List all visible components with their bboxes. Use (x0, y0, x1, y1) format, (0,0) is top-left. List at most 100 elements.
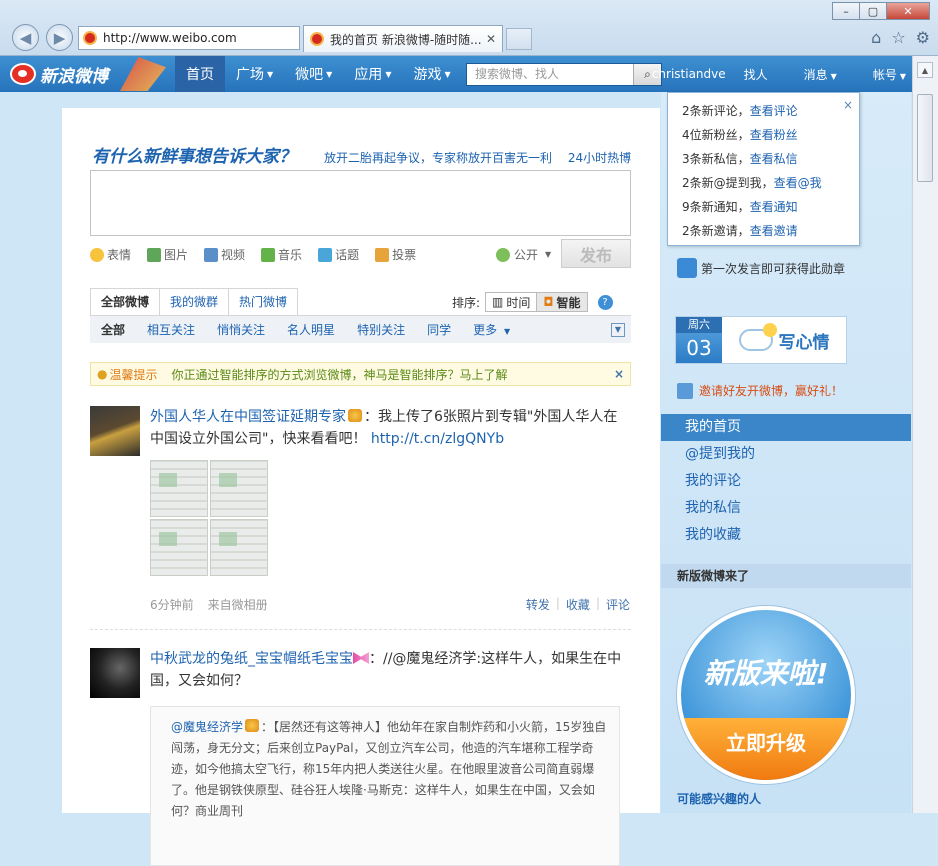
maybe-interested-title[interactable]: 可能感兴趣的人 (677, 790, 761, 807)
view-notices-link[interactable]: 查看通知 (750, 200, 798, 214)
photo-thumbnail[interactable] (150, 460, 208, 517)
weibo-top-nav: 新浪微博 首页 广场 ▼ 微吧 ▼ 应用 ▼ 游戏 ▼ 搜索微博、找人 ⌕ christ… (0, 56, 912, 92)
nav-square[interactable]: 广场 ▼ (225, 56, 284, 92)
tip-close-icon[interactable]: × (614, 367, 624, 381)
username-link[interactable]: christiandve (652, 67, 726, 81)
subtab-quiet[interactable]: 悄悄关注 (206, 321, 276, 338)
notification-row: 9条新通知，查看通知 (682, 195, 859, 219)
favorites-star-icon[interactable]: ☆ (891, 28, 905, 47)
browser-tab[interactable]: 我的首页 新浪微博-随时随... ✕ (303, 25, 503, 52)
maximize-button[interactable]: ▢ (859, 2, 887, 20)
view-fans-link[interactable]: 查看粉丝 (750, 128, 798, 142)
video-icon (204, 247, 219, 262)
image-tool[interactable]: 图片 (147, 246, 188, 263)
tab-hot-weibo[interactable]: 热门微博 (228, 288, 299, 315)
weibo-logo[interactable]: 新浪微博 (10, 57, 166, 91)
page-scrollbar[interactable]: ▲ (912, 56, 938, 813)
music-note-icon (261, 247, 276, 262)
quoted-author[interactable]: @魔鬼经济学 (171, 720, 243, 734)
nav-games-label: 游戏 (413, 67, 442, 83)
minimize-button[interactable]: – (832, 2, 860, 20)
hot-links: 放开二胎再起争议，专家称放开百害无一利 24小时热博 (324, 149, 631, 166)
vote-tool[interactable]: 投票 (375, 246, 416, 263)
upgrade-button[interactable]: 立即升级 (681, 718, 851, 780)
photo-thumbnail[interactable] (150, 519, 208, 576)
sidebar-item-messages[interactable]: 我的私信 (661, 495, 911, 522)
post-author[interactable]: 外国人华人在中国签证延期专家 (150, 409, 346, 425)
invite-text: 邀请好友开微博，赢好礼！ (699, 384, 844, 398)
post-button[interactable]: 发布 (561, 239, 631, 268)
browser-right-icons: ⌂ ☆ ⚙ (871, 28, 930, 47)
subtab-classmates[interactable]: 同学 (416, 321, 462, 338)
hot-topic-link[interactable]: 放开二胎再起争议，专家称放开百害无一利 (324, 151, 552, 165)
hot24-link[interactable]: 24小时热博 (568, 151, 631, 165)
vip-crown-icon (245, 719, 260, 732)
separator: | (595, 596, 600, 610)
messages-menu[interactable]: 消息 ▼ (786, 66, 837, 83)
subtab-special[interactable]: 特别关注 (346, 321, 416, 338)
avatar[interactable] (90, 648, 140, 698)
tab-my-groups[interactable]: 我的微群 (159, 288, 230, 315)
post-source[interactable]: 来自微相册 (208, 596, 268, 613)
upgrade-banner[interactable]: 新版来啦! 立即升级 (677, 606, 855, 784)
settings-gear-icon[interactable]: ⚙ (916, 28, 930, 47)
help-icon[interactable]: ? (597, 294, 613, 310)
post-textarea[interactable] (90, 170, 631, 236)
sort-time-button[interactable]: ▥ 时间 (485, 292, 538, 312)
browser-chrome: – ▢ ✕ ◀ ▶ http://www.weibo.com ⌕ ↻ ✕ 我的首… (0, 0, 938, 178)
tab-close-icon[interactable]: ✕ (486, 32, 496, 46)
forward-button[interactable]: ▶ (46, 24, 73, 51)
back-button[interactable]: ◀ (12, 24, 39, 51)
account-menu[interactable]: 帐号 ▼ (855, 66, 906, 83)
subtab-more[interactable]: 更多 ▼ (462, 321, 521, 338)
home-icon[interactable]: ⌂ (871, 28, 881, 47)
view-messages-link[interactable]: 查看私信 (750, 152, 798, 166)
tip-text[interactable]: 你正通过智能排序的方式浏览微博，神马是智能排序？马上了解 (172, 366, 508, 383)
sidebar-item-home[interactable]: 我的首页 (661, 414, 911, 441)
nav-weiba[interactable]: 微吧 ▼ (284, 56, 343, 92)
music-tool[interactable]: 音乐 (261, 246, 302, 263)
sidebar-item-mentions[interactable]: @提到我的 (661, 441, 911, 468)
post-author[interactable]: 中秋武龙的兔纸_宝宝帽纸毛宝宝 (150, 651, 353, 667)
sidebar-item-favorites[interactable]: 我的收藏 (661, 522, 911, 549)
find-people-link[interactable]: 找人 (744, 66, 768, 83)
subtab-celebrity[interactable]: 名人明星 (276, 321, 346, 338)
new-tab-button[interactable] (506, 28, 532, 50)
notification-row: 2条新邀请，查看邀请 (682, 219, 859, 243)
post-link[interactable]: http://t.cn/zlgQNYb (371, 431, 504, 447)
comment-link[interactable]: 评论 (606, 596, 630, 613)
view-invites-link[interactable]: 查看邀请 (750, 224, 798, 238)
tab-all-weibo[interactable]: 全部微博 (90, 288, 161, 315)
view-comments-link[interactable]: 查看评论 (750, 104, 798, 118)
subtab-mutual[interactable]: 相互关注 (136, 321, 206, 338)
collapse-icon[interactable]: ▼ (611, 322, 625, 337)
view-mentions-link[interactable]: 查看@我 (774, 176, 822, 190)
mood-button[interactable]: 写心情 (722, 317, 846, 363)
photo-thumbnail[interactable] (210, 460, 268, 517)
subtab-all[interactable]: 全部 (90, 321, 136, 338)
favorite-link[interactable]: 收藏 (566, 596, 590, 613)
nav-games[interactable]: 游戏 ▼ (402, 56, 461, 92)
post-time[interactable]: 6分钟前 (150, 596, 194, 613)
notification-close-icon[interactable]: × (843, 93, 853, 117)
scroll-thumb[interactable] (917, 94, 933, 182)
sort-smart-button[interactable]: ◘ 智能 (536, 292, 588, 312)
mood-widget[interactable]: 周六 03 写心情 (675, 316, 847, 364)
visibility-select[interactable]: 公开 ▼ (496, 246, 551, 263)
repost-link[interactable]: 转发 (526, 596, 550, 613)
nav-home[interactable]: 首页 (175, 56, 225, 92)
invite-link[interactable]: 邀请好友开微博，赢好礼！ (677, 382, 843, 399)
close-window-button[interactable]: ✕ (886, 2, 930, 20)
search-input[interactable]: 搜索微博、找人 (467, 64, 633, 85)
sidebar-item-comments[interactable]: 我的评论 (661, 468, 911, 495)
nav-apps[interactable]: 应用 ▼ (343, 56, 402, 92)
window-controls: – ▢ ✕ (832, 2, 930, 20)
avatar[interactable] (90, 406, 140, 456)
badge-hint[interactable]: 第一次发言即可获得此勋章 (677, 258, 845, 278)
photo-thumbnail[interactable] (210, 519, 268, 576)
video-tool[interactable]: 视频 (204, 246, 245, 263)
address-bar[interactable]: http://www.weibo.com ⌕ ↻ ✕ (78, 26, 300, 178)
scroll-up-arrow-icon[interactable]: ▲ (917, 62, 933, 78)
emoji-tool[interactable]: 表情 (90, 246, 131, 263)
topic-tool[interactable]: 话题 (318, 246, 359, 263)
